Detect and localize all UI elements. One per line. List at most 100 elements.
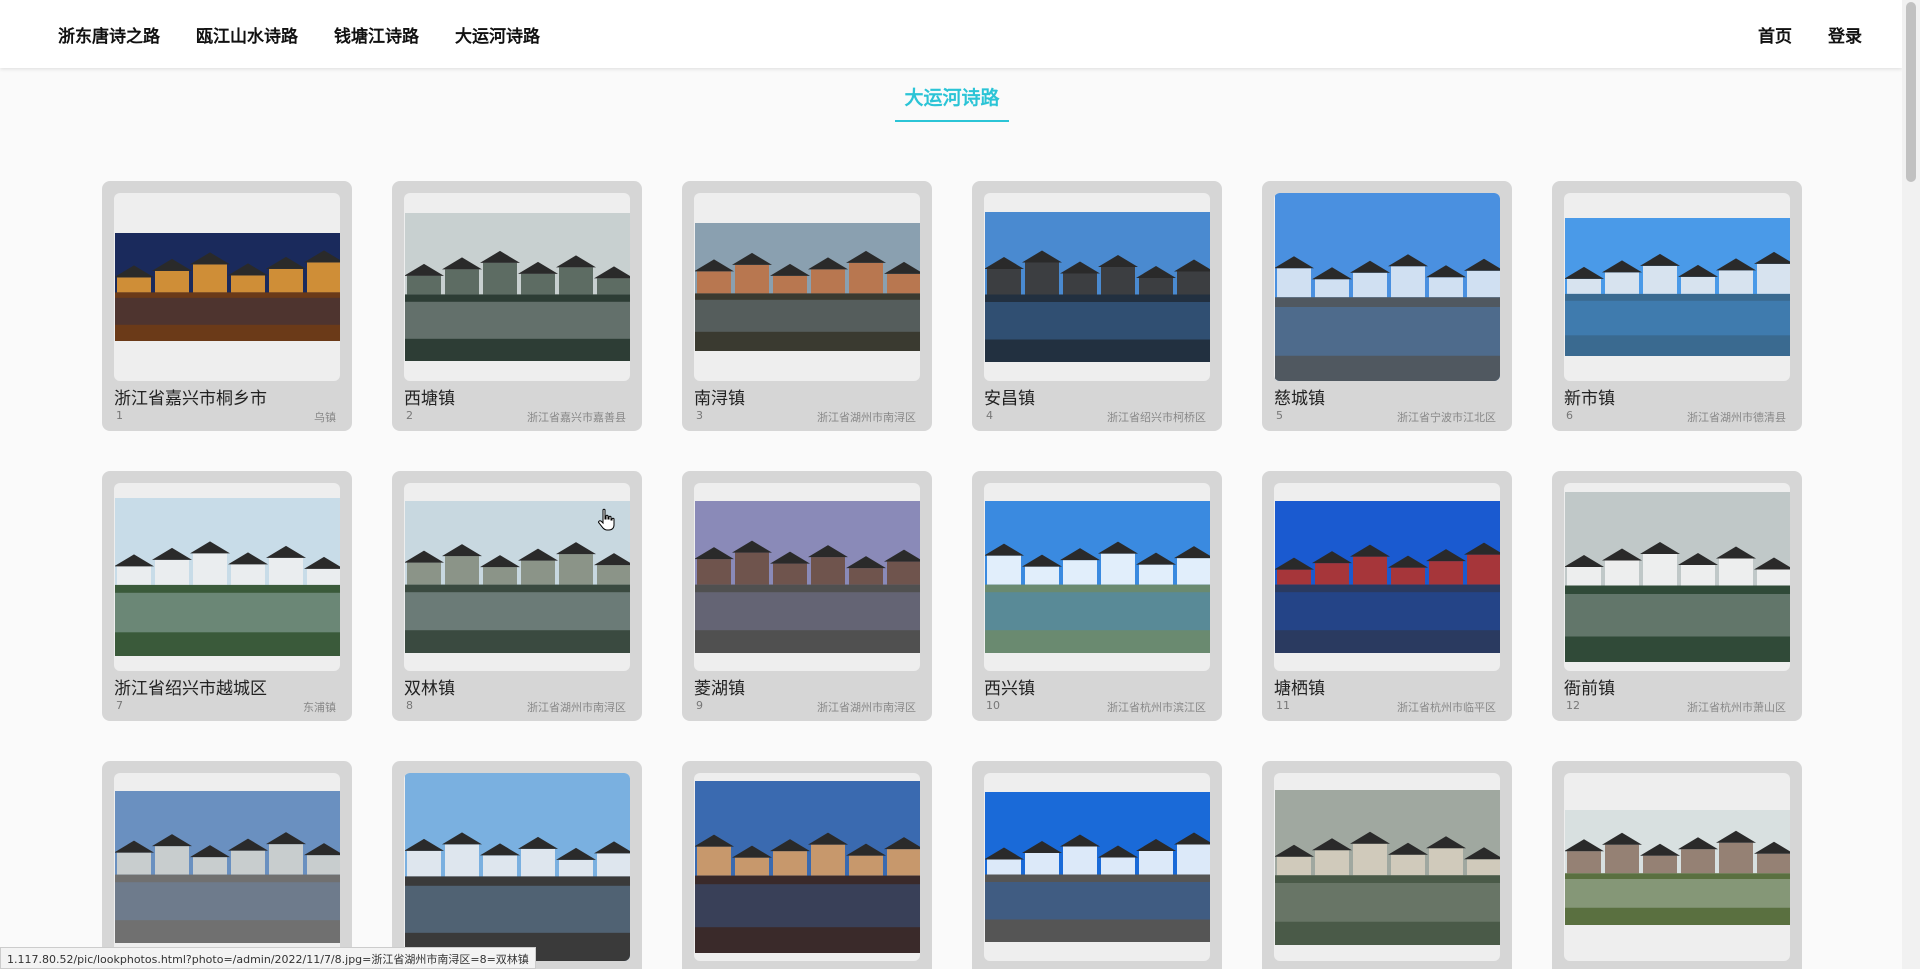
- photo-frame[interactable]: [694, 773, 920, 961]
- nav-link-grand-canal[interactable]: 大运河诗路: [455, 22, 540, 47]
- scenery-photo: [114, 233, 340, 341]
- card-number: 10: [986, 699, 1000, 712]
- card-number: 5: [1276, 409, 1283, 422]
- photo-card[interactable]: [1552, 761, 1802, 969]
- card-location: 浙江省湖州市南浔区: [527, 701, 626, 714]
- photo-frame[interactable]: [404, 773, 630, 961]
- status-bar-url: 1.117.80.52/pic/lookphotos.html?photo=/a…: [0, 947, 536, 969]
- photo-card[interactable]: 新市镇 6 浙江省湖州市德清县: [1552, 181, 1802, 431]
- photo-card[interactable]: [392, 761, 642, 969]
- photo-card[interactable]: [972, 761, 1222, 969]
- photo-card[interactable]: 西兴镇 10 浙江省杭州市滨江区: [972, 471, 1222, 721]
- photo-frame[interactable]: [1274, 193, 1500, 381]
- card-location: 浙江省杭州市萧山区: [1687, 701, 1786, 714]
- scenery-photo: [404, 773, 630, 961]
- photo-frame[interactable]: [1274, 483, 1500, 671]
- card-number: 9: [696, 699, 703, 712]
- scenery-photo: [1274, 501, 1500, 653]
- card-location: 浙江省湖州市南浔区: [817, 701, 916, 714]
- photo-card[interactable]: 南浔镇 3 浙江省湖州市南浔区: [682, 181, 932, 431]
- photo-card[interactable]: 慈城镇 5 浙江省宁波市江北区: [1262, 181, 1512, 431]
- card-title: 西兴镇: [984, 679, 1035, 699]
- photo-frame[interactable]: [404, 193, 630, 381]
- card-number: 12: [1566, 699, 1580, 712]
- nav-link-login[interactable]: 登录: [1828, 22, 1862, 47]
- photo-card[interactable]: [1262, 761, 1512, 969]
- hand-cursor-icon: [598, 508, 615, 531]
- scenery-photo: [984, 212, 1210, 362]
- photo-card[interactable]: 浙江省绍兴市越城区 7 东浦镇: [102, 471, 352, 721]
- scenery-photo: [694, 223, 920, 351]
- nav-right-group: 首页 登录: [1722, 0, 1862, 68]
- card-number: 6: [1566, 409, 1573, 422]
- card-title: 安昌镇: [984, 389, 1035, 409]
- photo-frame[interactable]: [114, 483, 340, 671]
- card-location: 浙江省绍兴市柯桥区: [1107, 411, 1206, 424]
- photo-frame[interactable]: [984, 773, 1210, 961]
- scenery-photo: [1564, 218, 1790, 356]
- photo-frame[interactable]: [694, 193, 920, 381]
- card-title: 西塘镇: [404, 389, 455, 409]
- photo-frame[interactable]: [984, 193, 1210, 381]
- card-title: 浙江省绍兴市越城区: [114, 679, 267, 699]
- card-title: 衙前镇: [1564, 679, 1615, 699]
- scenery-photo: [114, 791, 340, 943]
- card-title: 菱湖镇: [694, 679, 745, 699]
- scenery-photo: [404, 501, 630, 653]
- photo-card[interactable]: 塘栖镇 11 浙江省杭州市临平区: [1262, 471, 1512, 721]
- card-location: 浙江省嘉兴市嘉善县: [527, 411, 626, 424]
- scenery-photo: [404, 213, 630, 361]
- nav-link-home[interactable]: 首页: [1758, 22, 1792, 47]
- scenery-photo: [114, 498, 340, 656]
- vertical-scrollbar[interactable]: [1902, 0, 1920, 969]
- card-number: 7: [116, 699, 123, 712]
- card-title: 浙江省嘉兴市桐乡市: [114, 389, 267, 409]
- scenery-photo: [694, 781, 920, 953]
- card-number: 11: [1276, 699, 1290, 712]
- nav-link-zhedong[interactable]: 浙东唐诗之路: [58, 22, 160, 47]
- photo-frame[interactable]: [984, 483, 1210, 671]
- card-title: 新市镇: [1564, 389, 1615, 409]
- scrollbar-thumb[interactable]: [1906, 2, 1916, 182]
- scenery-photo: [694, 501, 920, 653]
- card-location: 东浦镇: [303, 701, 336, 714]
- nav-link-qiantang[interactable]: 钱塘江诗路: [334, 22, 419, 47]
- scenery-photo: [1274, 193, 1500, 381]
- card-number: 8: [406, 699, 413, 712]
- scenery-photo: [1564, 809, 1790, 925]
- nav-left-group: 浙东唐诗之路 瓯江山水诗路 钱塘江诗路 大运河诗路: [58, 0, 576, 68]
- card-title: 慈城镇: [1274, 389, 1325, 409]
- page-title: 大运河诗路: [895, 84, 1009, 122]
- photo-card[interactable]: 西塘镇 2 浙江省嘉兴市嘉善县: [392, 181, 642, 431]
- scenery-photo: [984, 792, 1210, 942]
- card-title: 双林镇: [404, 679, 455, 699]
- card-location: 浙江省湖州市南浔区: [817, 411, 916, 424]
- nav-link-oujiang[interactable]: 瓯江山水诗路: [196, 22, 298, 47]
- card-location: 浙江省杭州市滨江区: [1107, 701, 1206, 714]
- card-number: 1: [116, 409, 123, 422]
- photo-card[interactable]: [102, 761, 352, 969]
- card-number: 2: [406, 409, 413, 422]
- photo-frame[interactable]: [114, 193, 340, 381]
- scenery-photo: [1564, 492, 1790, 662]
- scenery-photo: [1274, 789, 1500, 945]
- card-number: 4: [986, 409, 993, 422]
- photo-frame[interactable]: [114, 773, 340, 961]
- photo-frame[interactable]: [694, 483, 920, 671]
- photo-frame[interactable]: [1564, 483, 1790, 671]
- card-location: 浙江省宁波市江北区: [1397, 411, 1496, 424]
- card-number: 3: [696, 409, 703, 422]
- photo-frame[interactable]: [1564, 773, 1790, 961]
- photo-card[interactable]: [682, 761, 932, 969]
- photo-frame[interactable]: [1564, 193, 1790, 381]
- card-location: 浙江省杭州市临平区: [1397, 701, 1496, 714]
- scenery-photo: [984, 501, 1210, 653]
- card-title: 塘栖镇: [1274, 679, 1325, 699]
- photo-card[interactable]: 菱湖镇 9 浙江省湖州市南浔区: [682, 471, 932, 721]
- top-navbar: 浙东唐诗之路 瓯江山水诗路 钱塘江诗路 大运河诗路 首页 登录: [0, 0, 1902, 68]
- photo-card[interactable]: 浙江省嘉兴市桐乡市 1 乌镇: [102, 181, 352, 431]
- card-title: 南浔镇: [694, 389, 745, 409]
- photo-card[interactable]: 安昌镇 4 浙江省绍兴市柯桥区: [972, 181, 1222, 431]
- photo-frame[interactable]: [1274, 773, 1500, 961]
- photo-card[interactable]: 衙前镇 12 浙江省杭州市萧山区: [1552, 471, 1802, 721]
